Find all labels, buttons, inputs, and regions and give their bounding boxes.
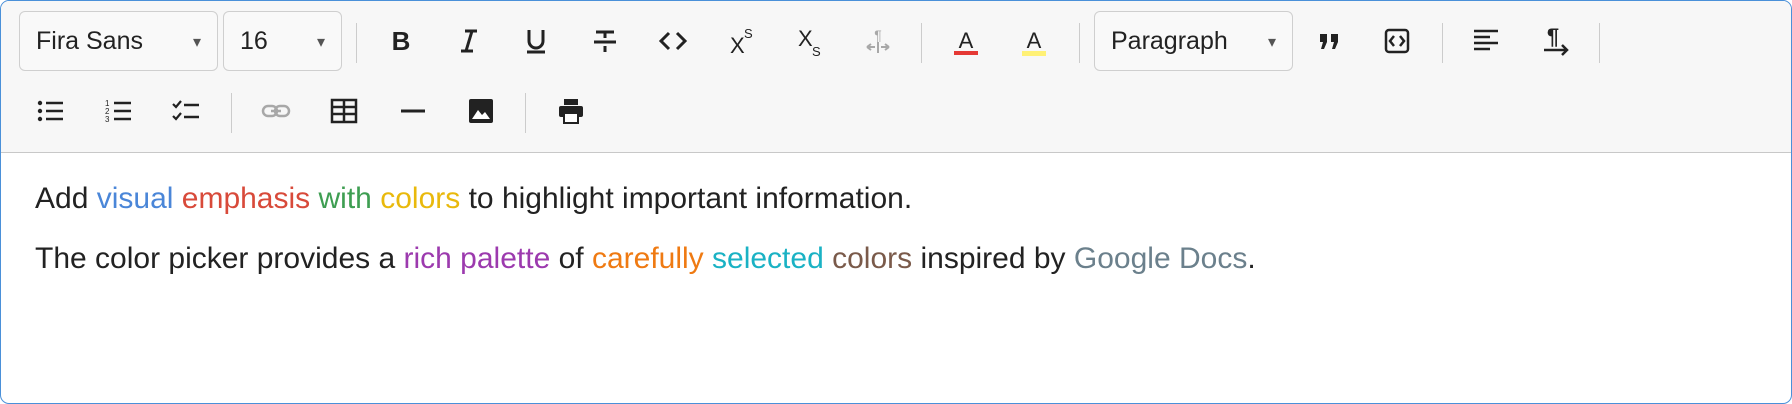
text-run: to highlight important information. [460, 182, 913, 215]
svg-text:3: 3 [105, 115, 110, 124]
block-format-select[interactable]: Paragraph ▾ [1094, 11, 1293, 71]
text-run: colors [380, 182, 461, 215]
superscript-icon: XS [730, 26, 753, 56]
text-run: Google Docs [1073, 242, 1248, 275]
chevron-down-icon: ▾ [1267, 34, 1276, 51]
text-run: with [318, 182, 372, 215]
text-run: rich palette [403, 242, 551, 275]
text-direction-button[interactable]: ¶ [853, 16, 903, 66]
subscript-icon: XS [798, 26, 821, 56]
chevron-down-icon: ▾ [192, 34, 201, 51]
svg-text:A: A [959, 28, 974, 53]
ordered-list-icon: 123 [105, 99, 131, 124]
text-direction-icon: ¶ [866, 27, 890, 53]
rich-text-editor: Fira Sans ▾ 16 ▾ B X S X S ¶ A A Paragra… [0, 0, 1792, 404]
toolbar-divider [1442, 23, 1443, 63]
strikethrough-button[interactable] [580, 16, 630, 66]
svg-text:A: A [1027, 28, 1042, 53]
font-color-button[interactable]: A [941, 16, 991, 66]
paragraph-1: Add visual emphasis with colors to highl… [35, 179, 1735, 219]
text-run: colors [832, 242, 913, 275]
svg-text:S: S [744, 26, 753, 41]
svg-text:X: X [798, 26, 813, 51]
bold-icon: B [392, 26, 411, 56]
text-run [704, 242, 712, 275]
superscript-button[interactable]: XS [717, 16, 767, 66]
font-size-select[interactable]: 16 ▾ [223, 11, 342, 71]
subscript-button[interactable]: XS [785, 16, 835, 66]
text-run: The color picker provides a [35, 242, 404, 275]
horizontal-rule-button[interactable] [388, 86, 438, 136]
svg-text:¶: ¶ [874, 27, 882, 43]
text-align-button[interactable] [1461, 16, 1511, 66]
toolbar: Fira Sans ▾ 16 ▾ B X S X S ¶ A A Paragra… [1, 1, 1791, 153]
bullet-list-icon [37, 100, 63, 122]
print-icon [559, 99, 583, 124]
ordered-list-button[interactable]: 123 [93, 86, 143, 136]
underline-icon [527, 30, 545, 54]
task-list-button[interactable] [161, 86, 211, 136]
code-block-button[interactable] [1372, 16, 1422, 66]
underline-button[interactable] [511, 16, 561, 66]
align-left-icon [1474, 29, 1498, 51]
bold-button[interactable]: B [376, 16, 426, 66]
text-run [824, 242, 832, 275]
table-icon [330, 98, 358, 124]
code-icon [658, 31, 688, 51]
highlight-color-icon: A [1022, 28, 1046, 56]
inline-code-button[interactable] [648, 16, 698, 66]
text-run: Add [35, 182, 97, 215]
blockquote-button[interactable] [1304, 16, 1354, 66]
text-run: inspired by [912, 242, 1074, 275]
image-icon [469, 99, 493, 123]
link-button[interactable] [251, 86, 301, 136]
quote-icon [1320, 34, 1338, 49]
italic-icon [461, 29, 477, 53]
print-button[interactable] [546, 86, 596, 136]
image-button[interactable] [456, 86, 506, 136]
text-run [310, 182, 318, 215]
font-color-icon: A [954, 28, 978, 55]
toolbar-divider [356, 23, 357, 63]
horizontal-rule-icon [401, 109, 425, 113]
svg-text:X: X [730, 33, 745, 56]
font-family-value: Fira Sans [36, 26, 143, 55]
block-format-value: Paragraph [1111, 26, 1228, 55]
toolbar-divider [1079, 23, 1080, 63]
link-icon [261, 104, 291, 118]
svg-text:S: S [812, 44, 821, 56]
task-list-icon [172, 100, 199, 121]
bullet-list-button[interactable] [25, 86, 75, 136]
paragraph-2: The color picker provides a rich palette… [35, 239, 1735, 279]
text-run [372, 182, 380, 215]
font-size-value: 16 [240, 26, 268, 55]
toolbar-divider [921, 23, 922, 63]
text-run: . [1247, 242, 1256, 275]
table-button[interactable] [319, 86, 369, 136]
font-family-select[interactable]: Fira Sans ▾ [19, 11, 218, 71]
text-run: emphasis [181, 182, 311, 215]
text-run: of [550, 242, 592, 275]
text-run: carefully [591, 242, 704, 275]
text-run [173, 182, 181, 215]
strikethrough-icon [594, 30, 616, 52]
text-run: selected [712, 242, 824, 275]
svg-text:¶: ¶ [1547, 26, 1559, 49]
highlight-color-button[interactable]: A [1009, 16, 1059, 66]
toolbar-divider [525, 93, 526, 133]
toolbar-divider [231, 93, 232, 133]
italic-button[interactable] [444, 16, 494, 66]
svg-text:B: B [392, 26, 411, 56]
chevron-down-icon: ▾ [316, 34, 325, 51]
code-block-icon [1384, 28, 1410, 54]
paragraph-ltr-icon: ¶ [1544, 26, 1569, 56]
paragraph-direction-button[interactable]: ¶ [1530, 16, 1580, 66]
editor-content[interactable]: Add visual emphasis with colors to highl… [35, 179, 1735, 299]
text-run: visual [96, 182, 174, 215]
toolbar-divider [1599, 23, 1600, 63]
